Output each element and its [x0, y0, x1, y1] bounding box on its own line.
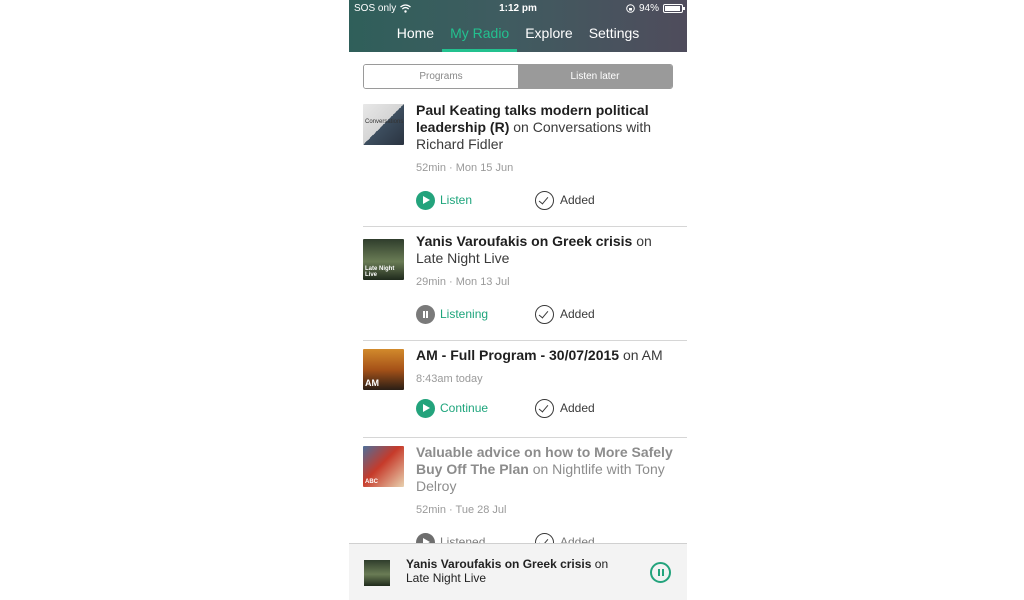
episode-title: Valuable advice on how to More Safely Bu… [416, 444, 673, 495]
thumbnail-label: Late Night Live [365, 266, 395, 278]
on-word: on [532, 461, 549, 477]
episode-title: Yanis Varoufakis on Greek crisis on Late… [416, 233, 673, 267]
program-name: Late Night Live [416, 250, 510, 266]
thumbnail-label: Conversations [365, 119, 404, 125]
segmented-control: Programs Listen later [363, 64, 673, 89]
mini-player[interactable]: Yanis Varoufakis on Greek crisis on Late… [349, 543, 687, 600]
listen-label: Listening [440, 307, 489, 321]
episode-meta: 52min · Mon 15 Jun [416, 162, 514, 174]
program-thumbnail: Late Night Live [363, 239, 404, 280]
program-thumbnail: ABC [363, 446, 404, 487]
item-content: Paul Keating talks modern political lead… [416, 96, 687, 211]
episode-meta: 52min · Tue 28 Jul [416, 504, 507, 516]
segment-listen-later[interactable]: Listen later [518, 65, 672, 88]
status-bar: SOS only 1:12 pm 94% [349, 0, 687, 17]
episode-title: Paul Keating talks modern political lead… [416, 102, 673, 153]
listen-label: Continue [440, 401, 489, 415]
tab-my-radio[interactable]: My Radio [442, 25, 518, 52]
added-label: Added [560, 193, 595, 207]
thumbnail-label: AM [365, 378, 379, 388]
program-name: AM [641, 347, 663, 363]
added-button[interactable]: Added [535, 190, 595, 210]
phone-screen: SOS only 1:12 pm 94% Home My Radio Explo… [349, 0, 687, 600]
on-word: on [636, 233, 652, 249]
item-content: Valuable advice on how to More Safely Bu… [416, 438, 687, 553]
added-button[interactable]: Added [535, 304, 595, 324]
check-icon [535, 190, 554, 210]
now-playing-episode: Yanis Varoufakis on Greek crisis [406, 557, 592, 571]
added-label: Added [560, 307, 595, 321]
episode-meta: 8:43am today [416, 373, 483, 385]
tab-settings[interactable]: Settings [581, 25, 648, 52]
list-item[interactable]: AM AM - Full Program - 30/07/2015 on AM … [363, 341, 687, 438]
tab-explore[interactable]: Explore [517, 25, 580, 52]
on-word: on [622, 347, 639, 363]
main-nav: Home My Radio Explore Settings [349, 25, 687, 52]
list-item[interactable]: Late Night Live Yanis Varoufakis on Gree… [363, 227, 687, 341]
listen-button[interactable]: Listen [416, 190, 535, 210]
program-thumbnail: Conversations [363, 104, 404, 145]
pause-icon [416, 304, 435, 324]
mini-player-title: Yanis Varoufakis on Greek crisis on Late… [406, 557, 626, 585]
added-label: Added [560, 401, 595, 415]
item-actions: Listening Added [416, 303, 673, 325]
segment-programs[interactable]: Programs [364, 65, 518, 88]
episode-name: Yanis Varoufakis on Greek crisis [416, 233, 633, 249]
play-icon [416, 190, 435, 210]
listening-button[interactable]: Listening [416, 304, 535, 324]
header: SOS only 1:12 pm 94% Home My Radio Explo… [349, 0, 687, 52]
episode-name: AM - Full Program - 30/07/2015 [416, 347, 620, 363]
check-icon [535, 398, 554, 418]
thumbnail-label: ABC [365, 479, 378, 485]
play-icon [416, 398, 435, 418]
continue-button[interactable]: Continue [416, 398, 535, 418]
mini-player-thumbnail [364, 560, 390, 586]
tab-home[interactable]: Home [389, 25, 442, 52]
battery-percent: 94% [638, 3, 659, 14]
now-playing-program: Late Night Live [406, 571, 487, 585]
episode-title: AM - Full Program - 30/07/2015 on AM [416, 347, 673, 364]
item-content: AM - Full Program - 30/07/2015 on AM 8:4… [416, 341, 687, 419]
status-right: 94% [626, 3, 685, 14]
list-item[interactable]: Conversations Paul Keating talks modern … [363, 96, 687, 227]
program-thumbnail: AM [363, 349, 404, 390]
item-actions: Continue Added [416, 397, 673, 419]
episode-meta: 29min · Mon 13 Jul [416, 276, 510, 288]
on-word: on [513, 119, 529, 135]
battery-icon [663, 4, 685, 13]
added-button[interactable]: Added [535, 398, 595, 418]
listen-label: Listen [440, 193, 473, 207]
check-icon [535, 304, 554, 324]
item-content: Yanis Varoufakis on Greek crisis on Late… [416, 227, 687, 325]
rotation-lock-icon [626, 4, 635, 13]
on-word: on [594, 557, 609, 571]
listen-later-list: Conversations Paul Keating talks modern … [349, 96, 687, 578]
pause-icon[interactable] [650, 562, 671, 583]
item-actions: Listen Added [416, 189, 673, 211]
